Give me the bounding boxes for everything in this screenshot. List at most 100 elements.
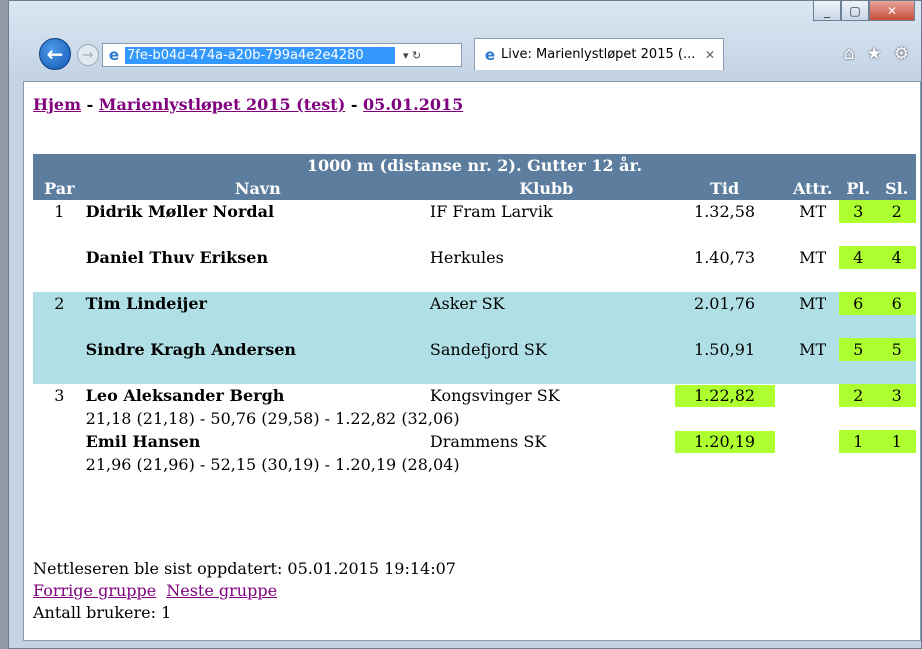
- browser-tab[interactable]: e Live: Marienlystløpet 2015 (... ✕: [474, 38, 724, 70]
- ie-page-icon: e: [108, 46, 120, 64]
- club-cell: IF Fram Larvik: [429, 202, 553, 221]
- breadcrumb: Hjem - Marienlystløpet 2015 (test) - 05.…: [33, 95, 463, 114]
- par-cell: 2: [54, 294, 65, 313]
- par-cell: 1: [54, 202, 65, 221]
- skater-name: Tim Lindeijer: [85, 294, 207, 313]
- par-cell: [33, 430, 86, 453]
- pl-cell: 4: [838, 246, 878, 269]
- forward-button[interactable]: →: [77, 44, 99, 66]
- club-cell: Sandefjord SK: [429, 340, 547, 359]
- tab-close-icon[interactable]: ✕: [705, 48, 723, 62]
- par-cell: [33, 338, 86, 361]
- attr-cell: MT: [799, 340, 827, 359]
- table-row: Sindre Kragh Andersen Sandefjord SK 1.50…: [33, 338, 916, 361]
- skater-name: Sindre Kragh Andersen: [85, 340, 297, 359]
- sl-cell: 5: [877, 338, 916, 361]
- row-spacer: [33, 361, 916, 384]
- attr-cell: [786, 430, 839, 453]
- attr-cell: [786, 384, 839, 407]
- header-time: Tid: [709, 179, 740, 198]
- header-pl: Pl.: [846, 179, 871, 198]
- header-club: Klubb: [519, 179, 574, 198]
- split-times: 21,96 (21,96) - 52,15 (30,19) - 1.20,19 …: [85, 455, 460, 474]
- time-highlight: 1.20,19: [674, 430, 775, 453]
- par-cell: [33, 246, 86, 269]
- forward-arrow-icon: →: [82, 47, 94, 63]
- back-button[interactable]: ←: [39, 38, 71, 70]
- group-navigation: Forrige gruppe Neste gruppe: [33, 580, 456, 602]
- split-times-row: 21,18 (21,18) - 50,76 (29,58) - 1.22,82 …: [33, 407, 916, 430]
- pl-cell: 3: [838, 200, 878, 223]
- par-cell: 3: [54, 386, 65, 405]
- skater-name: Emil Hansen: [85, 432, 201, 451]
- table-header-row: Par Navn Klubb Tid Attr. Pl. Sl.: [33, 177, 916, 200]
- maximize-button[interactable]: ▢: [841, 1, 869, 21]
- sl-cell: 6: [877, 292, 916, 315]
- skater-name: Didrik Møller Nordal: [85, 202, 275, 221]
- settings-gear-icon[interactable]: ⚙: [894, 44, 909, 64]
- page-footer: Nettleseren ble sist oppdatert: 05.01.20…: [33, 558, 456, 624]
- club-cell: Herkules: [429, 248, 504, 267]
- breadcrumb-date-link[interactable]: 05.01.2015: [363, 95, 463, 114]
- results-table: 1000 m (distanse nr. 2). Gutter 12 år. P…: [33, 154, 916, 476]
- table-row: 2 Tim Lindeijer Asker SK 2.01,76 MT 6 6: [33, 292, 916, 315]
- time-cell: 1.32,58: [694, 202, 756, 221]
- close-window-button[interactable]: ✕: [869, 1, 915, 21]
- time-cell: 2.01,76: [694, 294, 756, 313]
- refresh-dropdown-icon[interactable]: ▾ ↻: [403, 49, 421, 62]
- row-spacer: [33, 315, 916, 338]
- table-row: Emil Hansen Drammens SK 1.20,19 1 1: [33, 430, 916, 453]
- home-icon[interactable]: ⌂: [844, 44, 855, 64]
- sl-cell: 1: [877, 430, 916, 453]
- table-row: Daniel Thuv Eriksen Herkules 1.40,73 MT …: [33, 246, 916, 269]
- toolbar-icons: ⌂ ★ ⚙: [844, 44, 909, 64]
- attr-cell: MT: [799, 294, 827, 313]
- table-caption: 1000 m (distanse nr. 2). Gutter 12 år.: [306, 156, 643, 175]
- header-par: Par: [44, 179, 75, 198]
- pl-cell: 5: [838, 338, 878, 361]
- row-spacer: [33, 269, 916, 292]
- sl-cell: 3: [877, 384, 916, 407]
- time-cell: 1.50,91: [694, 340, 756, 359]
- table-row: 3 Leo Aleksander Bergh Kongsvinger SK 1.…: [33, 384, 916, 407]
- table-row: 1 Didrik Møller Nordal IF Fram Larvik 1.…: [33, 200, 916, 223]
- split-times: 21,18 (21,18) - 50,76 (29,58) - 1.22,82 …: [85, 409, 460, 428]
- club-cell: Kongsvinger SK: [429, 386, 560, 405]
- club-cell: Drammens SK: [429, 432, 547, 451]
- address-bar[interactable]: e 7fe-b04d-474a-a20b-799a4e2e4280 ▾ ↻: [102, 43, 462, 67]
- pl-cell: 1: [838, 430, 878, 453]
- split-times-row: 21,96 (21,96) - 52,15 (30,19) - 1.20,19 …: [33, 453, 916, 476]
- sl-cell: 4: [877, 246, 916, 269]
- attr-cell: MT: [799, 248, 827, 267]
- minimize-button[interactable]: _: [813, 1, 841, 21]
- header-sl: Sl.: [885, 179, 909, 198]
- url-text[interactable]: 7fe-b04d-474a-a20b-799a4e2e4280: [125, 46, 395, 64]
- tab-page-icon: e: [484, 45, 496, 64]
- previous-group-link[interactable]: Forrige gruppe: [33, 581, 156, 600]
- back-arrow-icon: ←: [46, 42, 64, 66]
- skater-name: Daniel Thuv Eriksen: [85, 248, 269, 267]
- skater-name: Leo Aleksander Bergh: [85, 386, 285, 405]
- header-attr: Attr.: [792, 179, 833, 198]
- table-caption-row: 1000 m (distanse nr. 2). Gutter 12 år.: [33, 154, 916, 177]
- pl-cell: 2: [838, 384, 878, 407]
- title-bar: _ ▢ ✕: [9, 1, 921, 29]
- window-controls: _ ▢ ✕: [813, 1, 915, 21]
- breadcrumb-separator: -: [345, 95, 364, 114]
- user-count-text: Antall brukere: 1: [33, 603, 172, 622]
- pl-cell: 6: [838, 292, 878, 315]
- breadcrumb-separator: -: [81, 95, 99, 114]
- breadcrumb-home-link[interactable]: Hjem: [33, 95, 81, 114]
- club-cell: Asker SK: [429, 294, 505, 313]
- next-group-link[interactable]: Neste gruppe: [166, 581, 277, 600]
- time-cell: 1.22,82: [663, 384, 787, 407]
- breadcrumb-event-link[interactable]: Marienlystløpet 2015 (test): [99, 95, 345, 114]
- favorites-star-icon[interactable]: ★: [867, 44, 882, 64]
- navigation-bar: ← → e 7fe-b04d-474a-a20b-799a4e2e4280 ▾ …: [9, 35, 921, 73]
- attr-cell: MT: [799, 202, 827, 221]
- page-content: Hjem - Marienlystløpet 2015 (test) - 05.…: [23, 81, 921, 641]
- time-cell: 1.40,73: [694, 248, 756, 267]
- time-highlight: 1.22,82: [674, 384, 775, 407]
- header-name: Navn: [234, 179, 281, 198]
- browser-window: _ ▢ ✕ ← → e 7fe-b04d-474a-a20b-799a4e2e4…: [8, 0, 922, 649]
